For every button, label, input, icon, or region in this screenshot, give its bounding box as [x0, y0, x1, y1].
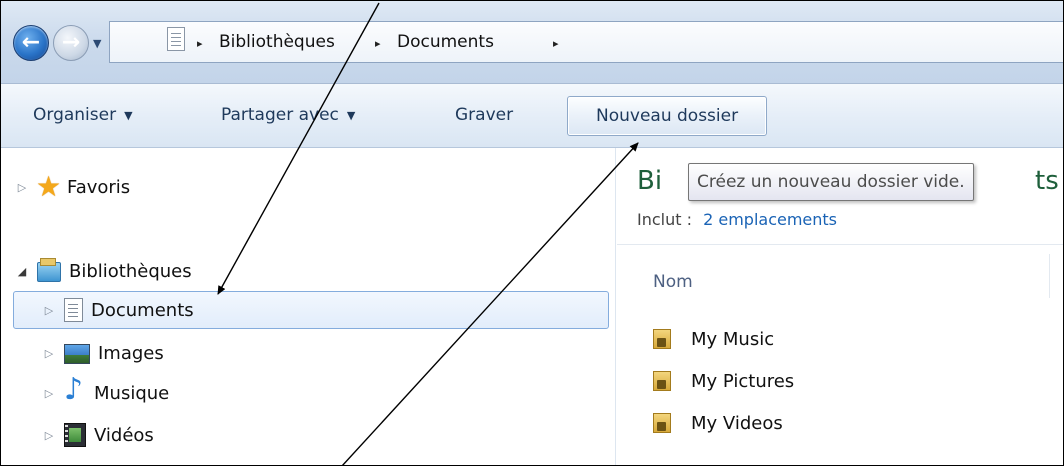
expand-arrow-icon[interactable]: ▷: [13, 181, 31, 194]
includes-label: Inclut :: [637, 210, 692, 229]
new-folder-tooltip: Créez un nouveau dossier vide.: [688, 163, 974, 201]
locations-link[interactable]: 2 emplacements: [703, 210, 837, 229]
nav-item-label: Images: [98, 342, 164, 364]
locked-folder-icon: [653, 329, 671, 349]
burn-button[interactable]: Graver: [455, 96, 513, 134]
locked-folder-icon: [653, 413, 671, 433]
share-with-button[interactable]: Partager avec ▼: [221, 96, 355, 134]
video-icon: [64, 423, 86, 447]
breadcrumb-item-documents[interactable]: Documents: [397, 32, 494, 52]
share-with-label: Partager avec: [221, 105, 339, 125]
nav-item-libraries[interactable]: ◢ Bibliothèques: [13, 252, 607, 290]
new-folder-button[interactable]: Nouveau dossier: [567, 96, 768, 136]
back-button[interactable]: ←: [13, 25, 49, 61]
forward-arrow-icon: →: [61, 30, 81, 55]
chevron-down-icon: ▼: [124, 108, 133, 122]
expand-arrow-icon[interactable]: ▷: [40, 429, 58, 442]
picture-icon: [64, 344, 90, 364]
new-folder-label: Nouveau dossier: [596, 106, 739, 126]
nav-item-label: Favoris: [67, 176, 131, 198]
library-title-end: ts: [1035, 166, 1059, 196]
library-includes: Inclut : 2 emplacements: [637, 210, 837, 229]
music-icon: [64, 372, 86, 407]
divider: [617, 244, 1063, 245]
breadcrumb-separator-icon[interactable]: ▸: [553, 37, 559, 50]
command-bar: Organiser ▼ Partager avec ▼ Graver Nouve…: [1, 84, 1063, 148]
locked-folder-icon: [653, 371, 671, 391]
expand-arrow-icon[interactable]: ▷: [40, 347, 58, 360]
burn-label: Graver: [455, 105, 514, 125]
navigation-pane: ▷ Favoris ◢ Bibliothèques ▷ Documents ▷ …: [1, 148, 616, 465]
nav-item-label: Documents: [91, 299, 194, 321]
star-icon: [36, 170, 61, 203]
list-item[interactable]: My Pictures: [653, 366, 794, 396]
list-item[interactable]: My Videos: [653, 408, 783, 438]
address-bar: ← → ▼ ▸ Bibliothèques ▸ Documents ▸: [1, 1, 1063, 84]
nav-item-label: Vidéos: [94, 424, 154, 446]
expand-arrow-icon[interactable]: ▷: [40, 387, 58, 400]
library-icon: [37, 258, 61, 282]
expand-arrow-icon[interactable]: ▷: [40, 304, 58, 317]
breadcrumb-separator-icon[interactable]: ▸: [197, 37, 203, 50]
file-name: My Videos: [691, 412, 783, 434]
breadcrumb-separator-icon[interactable]: ▸: [375, 37, 381, 50]
list-item[interactable]: My Music: [653, 324, 774, 354]
breadcrumb-item-libraries[interactable]: Bibliothèques: [219, 32, 335, 52]
nav-item-label: Bibliothèques: [69, 260, 192, 282]
forward-button[interactable]: →: [53, 25, 89, 61]
nav-item-label: Musique: [94, 382, 170, 404]
collapse-arrow-icon[interactable]: ◢: [13, 265, 31, 278]
back-arrow-icon: ←: [21, 30, 41, 55]
nav-item-documents[interactable]: ▷ Documents: [13, 291, 609, 329]
organize-label: Organiser: [33, 105, 117, 125]
library-title: Bi: [637, 166, 663, 196]
column-header-name[interactable]: Nom: [653, 272, 693, 292]
history-dropdown-icon[interactable]: ▼: [93, 37, 101, 50]
explorer-window: ← → ▼ ▸ Bibliothèques ▸ Documents ▸ Orga…: [0, 0, 1064, 466]
nav-item-music[interactable]: ▷ Musique: [13, 372, 607, 412]
nav-item-favorites[interactable]: ▷ Favoris: [13, 168, 607, 206]
nav-item-videos[interactable]: ▷ Vidéos: [13, 416, 607, 454]
file-name: My Pictures: [691, 370, 795, 392]
document-icon: [64, 298, 83, 322]
organize-button[interactable]: Organiser ▼: [33, 96, 133, 134]
nav-item-images[interactable]: ▷ Images: [13, 334, 607, 372]
document-location-icon: [167, 27, 185, 51]
file-name: My Music: [691, 328, 775, 350]
chevron-down-icon: ▼: [346, 108, 356, 122]
column-divider[interactable]: [1049, 254, 1050, 298]
